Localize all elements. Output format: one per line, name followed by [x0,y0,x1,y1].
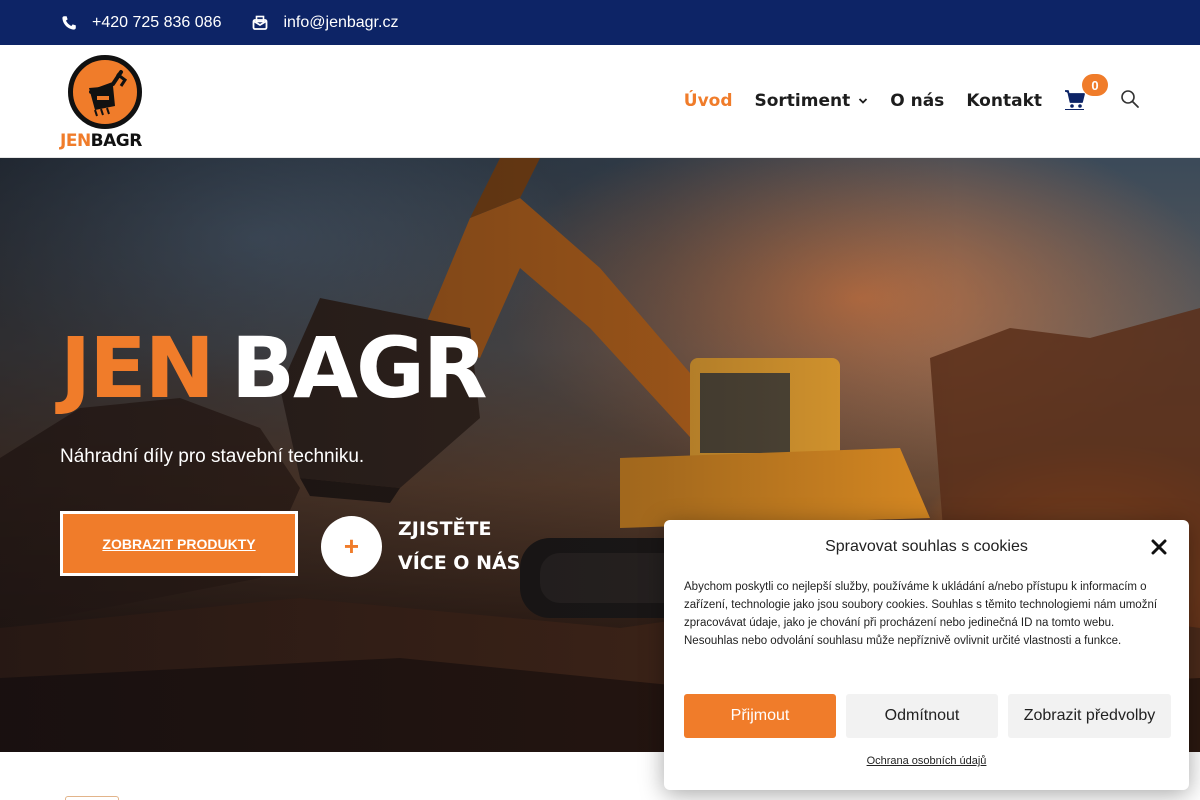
main-navigation: Úvod Sortiment O nás Kontakt 0 [662,45,1140,157]
cookie-consent-dialog: Spravovat souhlas s cookies Abychom posk… [664,520,1189,790]
cookie-actions: Přijmout Odmítnout Zobrazit předvolby [684,694,1171,738]
email-address: info@jenbagr.cz [283,13,399,31]
preferences-button[interactable]: Zobrazit předvolby [1008,694,1171,738]
search-button[interactable] [1120,89,1140,114]
section-thumbnail [65,796,119,800]
email-contact[interactable]: info@jenbagr.cz [251,14,398,32]
cart-count-badge: 0 [1082,74,1108,96]
nav-item-kontakt[interactable]: Kontakt [966,91,1042,111]
top-contact-bar: +420 725 836 086 info@jenbagr.cz [0,0,1200,45]
nav-item-uvod[interactable]: Úvod [684,91,733,111]
phone-contact[interactable]: +420 725 836 086 [60,14,221,32]
hero-title: JEN BAGR [60,319,488,417]
plus-icon[interactable]: + [321,515,382,577]
phone-icon [60,14,78,32]
chevron-down-icon [858,97,868,105]
privacy-policy-link[interactable]: Ochrana osobních údajů [664,755,1189,767]
hero-subtitle: Náhradní díly pro stavební techniku. [60,446,365,467]
deny-button[interactable]: Odmítnout [846,694,998,738]
cookie-dialog-text: Abychom poskytli co nejlepší služby, pou… [684,581,1158,647]
envelope-icon [251,14,269,32]
logo-wordmark: JENBAGR [60,131,142,151]
learn-more-text: ZJISTĚTE VÍCE O NÁS [398,518,521,574]
site-header: JENBAGR Úvod Sortiment O nás Kontakt 0 [0,45,1200,158]
phone-number: +420 725 836 086 [92,13,222,31]
search-icon [1120,89,1140,114]
close-icon[interactable] [1149,537,1169,557]
excavator-bucket-icon [68,55,142,129]
show-products-button[interactable]: ZOBRAZIT PRODUKTY [60,511,298,576]
cart-icon [1064,88,1086,115]
nav-item-o-nas[interactable]: O nás [890,91,944,111]
cookie-dialog-title: Spravovat souhlas s cookies [825,538,1028,555]
learn-more-link[interactable]: + ZJISTĚTE VÍCE O NÁS [321,512,528,580]
site-logo[interactable]: JENBAGR [60,53,152,151]
accept-button[interactable]: Přijmout [684,694,836,738]
cart-button[interactable]: 0 [1064,74,1108,115]
nav-item-sortiment[interactable]: Sortiment [755,91,869,111]
